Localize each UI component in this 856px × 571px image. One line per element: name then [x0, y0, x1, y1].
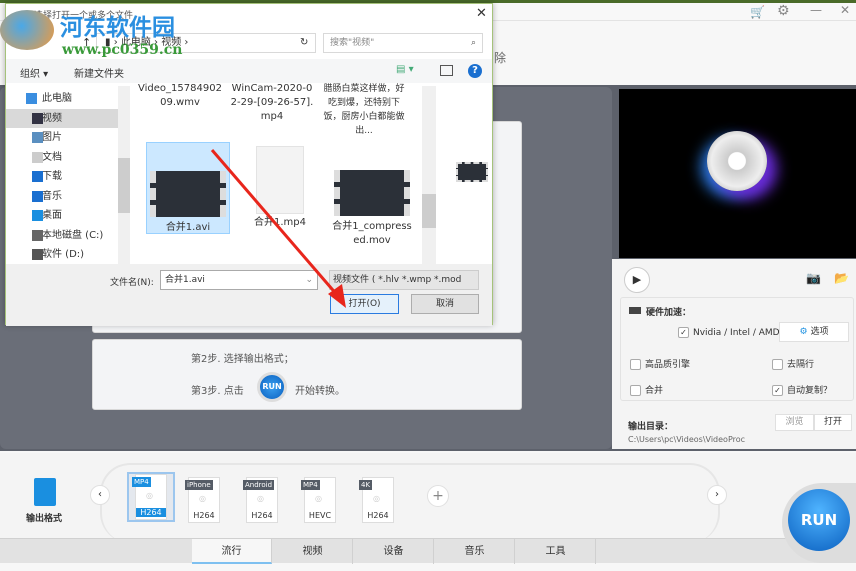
- annotation-arrow: [210, 149, 346, 308]
- arrow-line: [210, 149, 340, 297]
